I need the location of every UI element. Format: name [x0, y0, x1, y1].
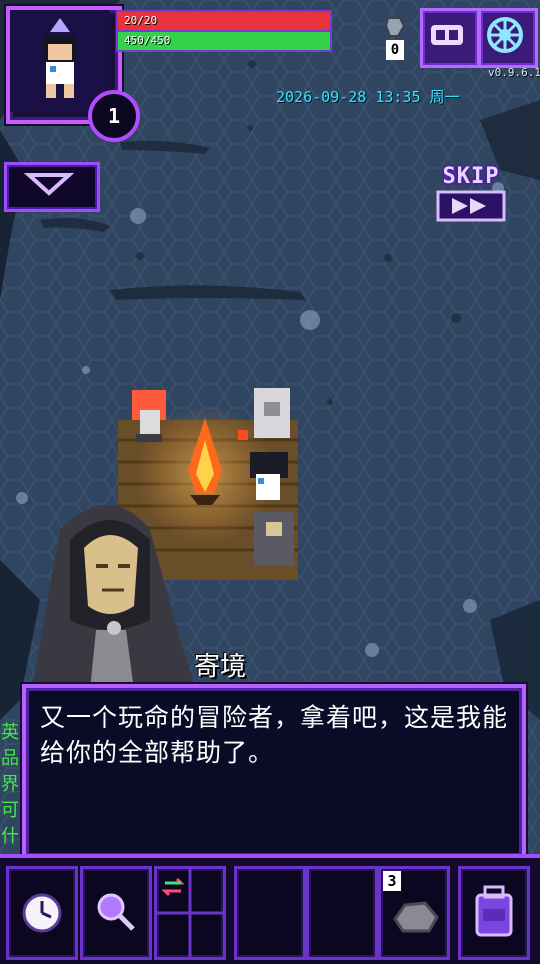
hotbar-slot-search[interactable] — [80, 866, 152, 960]
mp-bar: 450/450 — [116, 30, 332, 52]
hotbar-slot-swap[interactable] — [154, 866, 226, 960]
hotbar-slot-empty-1[interactable] — [234, 866, 306, 960]
hotbar-slot-backpack[interactable] — [458, 866, 530, 960]
hotbar-slot-stone[interactable]: 3 — [378, 866, 450, 960]
swap-grid-icon — [157, 869, 223, 957]
chevron-down-icon — [23, 173, 75, 196]
version-label: v0.9.6.1 — [488, 66, 540, 79]
vr-goggles-icon — [431, 25, 463, 45]
vr-mode-button[interactable] — [420, 8, 480, 68]
side-chat-text: 英品界可什 — [1, 722, 19, 847]
hp-text: 20/20 — [124, 14, 158, 27]
hp-bar: 20/20 — [116, 10, 332, 32]
dialog-speaker-name: 寄境 — [194, 652, 247, 682]
hotbar: 3 — [0, 854, 540, 964]
backpack-icon — [475, 885, 513, 937]
hotbar-slot-empty-2[interactable] — [306, 866, 378, 960]
player-level: 1 — [107, 104, 121, 128]
datetime-label: 2026-09-28 13:35 周一 — [276, 88, 460, 106]
key-count: 0 — [386, 40, 404, 60]
collapse-toggle-button[interactable] — [4, 162, 100, 212]
skip-button[interactable]: SKIP — [430, 164, 512, 226]
settings-button[interactable] — [478, 8, 538, 68]
mp-text: 450/450 — [124, 34, 171, 47]
dialog-box[interactable]: 又一个玩命的冒险者，拿着吧，这是我能给你的全部帮助了。 — [22, 684, 526, 860]
skip-label: SKIP — [442, 164, 500, 189]
hotbar-slot-clock[interactable] — [6, 866, 78, 960]
clock-icon — [22, 893, 62, 933]
dialog-text: 又一个玩命的冒险者，拿着吧，这是我能给你的全部帮助了。 — [40, 703, 509, 767]
stone-count: 3 — [383, 871, 401, 891]
magnifier-icon — [97, 893, 135, 931]
player-level-badge: 1 — [88, 90, 140, 142]
settings-wheel-icon — [487, 17, 523, 53]
